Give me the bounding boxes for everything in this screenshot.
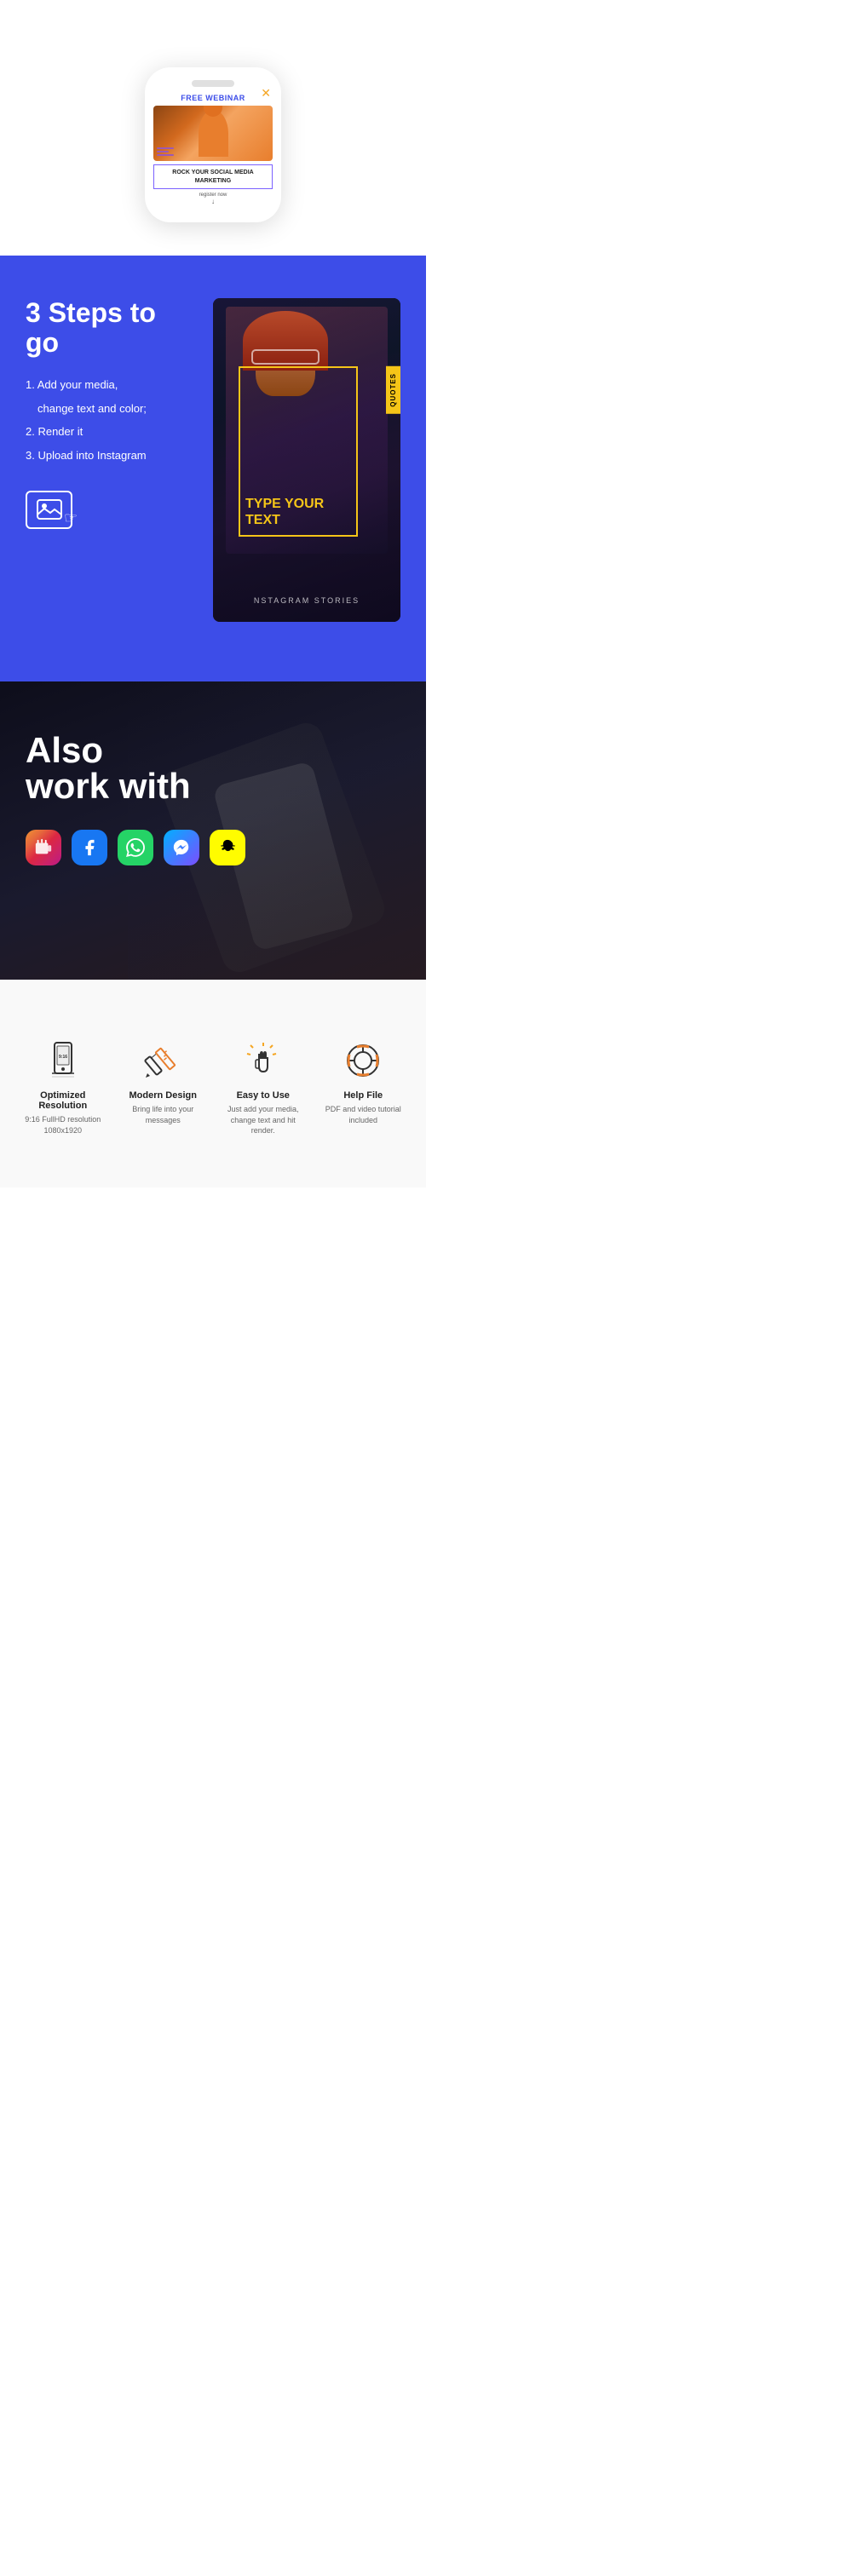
messenger-icon[interactable] [164, 830, 199, 865]
feature-modern: Modern Design Bring life into your messa… [118, 1031, 210, 1145]
phone-notch [192, 80, 234, 87]
webinar-section: FREE WEBINAR ✕ ROCK YOUR SOCIAL MEDIA MA… [0, 0, 426, 256]
step-3: 3. Upload into Instagram [26, 446, 196, 465]
steps-title: 3 Steps to go [26, 298, 196, 358]
snapchat-icon[interactable] [210, 830, 245, 865]
steps-list: 1. Add your media, change text and color… [26, 375, 196, 465]
ig-type-text: TYPE YOURTEXT [245, 496, 324, 528]
image-icon [37, 499, 62, 520]
register-arrow-icon: ↓ [153, 198, 273, 205]
features-grid: 9:16 Optimized Resolution 9:16 FullHD re… [17, 1031, 409, 1145]
feature-help-title: Help File [343, 1090, 383, 1101]
lifebuoy-icon [343, 1041, 383, 1080]
phone-resolution-icon: 9:16 [43, 1041, 83, 1080]
help-icon-container [342, 1039, 384, 1082]
webinar-arrow-icon: ✕ [261, 86, 271, 101]
pencil-ruler-icon [143, 1041, 182, 1080]
webinar-tag: FREE WEBINAR [153, 94, 273, 102]
ig-quotes-tab: QUOTES [386, 366, 400, 414]
step-2: 2. Render it [26, 422, 196, 441]
webinar-image [153, 106, 273, 161]
ig-stories-label: NSTAGRAM STORIES [213, 596, 400, 605]
svg-text:9:16: 9:16 [59, 1055, 67, 1060]
igtv-icon[interactable] [26, 830, 61, 865]
facebook-icon[interactable] [72, 830, 107, 865]
feature-easy: Easy to Use Just add your media, change … [217, 1031, 309, 1145]
feature-help-desc: PDF and video tutorial included [322, 1104, 406, 1125]
whatsapp-icon[interactable] [118, 830, 153, 865]
feature-optimized: 9:16 Optimized Resolution 9:16 FullHD re… [17, 1031, 109, 1145]
feature-optimized-desc: 9:16 FullHD resolution 1080x1920 [21, 1114, 105, 1136]
feature-modern-desc: Bring life into your messages [122, 1104, 205, 1125]
step-1: 1. Add your media, [26, 375, 196, 394]
step-1b: change text and color; [26, 399, 196, 418]
feature-modern-title: Modern Design [130, 1090, 197, 1101]
phone-mockup: FREE WEBINAR ✕ ROCK YOUR SOCIAL MEDIA MA… [145, 67, 281, 221]
webinar-title-box: ROCK YOUR SOCIAL MEDIA MARKETING [153, 164, 273, 188]
social-title: Also work with [26, 733, 400, 804]
instagram-card: QUOTES TYPE YOURTEXT NSTAGRAM STORIES [213, 298, 400, 622]
easy-use-icon-container [242, 1039, 285, 1082]
webinar-title: ROCK YOUR SOCIAL MEDIA MARKETING [159, 169, 267, 184]
hand-icon [244, 1041, 283, 1080]
social-section: Also work with [0, 681, 426, 980]
steps-section: 3 Steps to go 1. Add your media, change … [0, 256, 426, 681]
feature-optimized-title: Optimized Resolution [21, 1090, 105, 1111]
wave-decoration [157, 147, 174, 158]
social-icons-row [26, 830, 400, 865]
media-icon-block: ☞ [26, 491, 196, 529]
feature-easy-desc: Just add your media, change text and hit… [222, 1104, 305, 1136]
modern-design-icon-container [141, 1039, 184, 1082]
optimized-icon: 9:16 [42, 1039, 84, 1082]
feature-help: Help File PDF and video tutorial include… [318, 1031, 410, 1145]
steps-text-block: 3 Steps to go 1. Add your media, change … [26, 298, 196, 529]
features-section: 9:16 Optimized Resolution 9:16 FullHD re… [0, 980, 426, 1187]
feature-easy-title: Easy to Use [237, 1090, 290, 1101]
social-content: Also work with [26, 733, 400, 865]
media-icon-box [26, 491, 72, 529]
